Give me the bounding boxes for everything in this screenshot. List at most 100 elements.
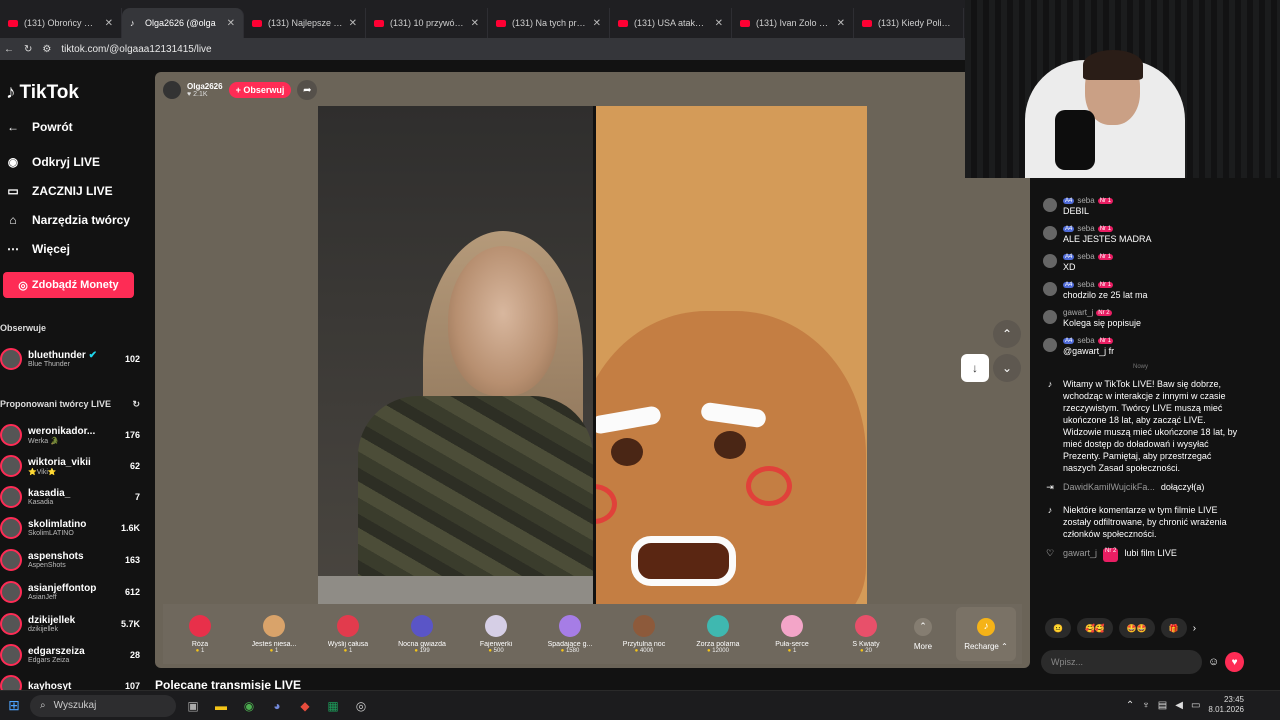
gift-item[interactable]: Wyślij całusa1 — [311, 606, 385, 662]
clock[interactable]: 23:45 8.01.2026 — [1208, 695, 1244, 715]
close-tab-icon[interactable]: ✕ — [349, 18, 357, 29]
suggested-creator[interactable]: kasadia_ Kasadia 7 — [0, 482, 140, 512]
task-view-icon[interactable]: ▣ — [182, 695, 204, 717]
avatar — [1043, 310, 1057, 324]
tiktok-logo[interactable]: ♪ TikTok — [6, 82, 79, 104]
gift-item[interactable]: Fajerwerki500 — [459, 606, 533, 662]
avatar — [1043, 198, 1057, 212]
get-coins-button[interactable]: ◎ Zdobądź Monety — [3, 272, 134, 298]
avatar — [1043, 226, 1057, 240]
more-gifts-button[interactable]: ⌃ More — [903, 617, 943, 651]
chrome-icon[interactable]: ◉ — [238, 695, 260, 717]
browser-tab[interactable]: (131) Obrońcy Wene✕ — [0, 8, 122, 38]
join-notice: ⇥ DawidKamilWujcikFa... dołączył(a) — [1043, 482, 1238, 496]
rose-icon — [189, 614, 211, 637]
browser-tab[interactable]: (131) Kiedy Policjanc — [854, 8, 964, 38]
nav-more[interactable]: ⋯ Więcej — [6, 242, 70, 256]
coin-icon: ◎ — [18, 279, 28, 292]
chat-messages[interactable]: A4 seba Nr 1 DEBIL A4 seba Nr 1 ALE JESTES MAD… — [1043, 196, 1238, 570]
network-icon[interactable]: ▤ — [1158, 700, 1167, 711]
chevron-right-icon[interactable]: › — [1193, 623, 1196, 634]
gift-item[interactable]: Spadające g...1580 — [533, 606, 607, 662]
gift-item[interactable]: Zorza polarna12000 — [681, 606, 755, 662]
reload-icon[interactable]: ↻ — [24, 44, 32, 55]
close-tab-icon[interactable]: ✕ — [227, 18, 235, 29]
webcam-overlay — [965, 0, 1280, 178]
gift-item[interactable]: Jesteś niesa...1 — [237, 606, 311, 662]
avatar — [0, 486, 22, 508]
excel-icon[interactable]: ▦ — [322, 695, 344, 717]
suggested-creator[interactable]: skolimlatino SkolimLATINO 1.6K — [0, 513, 140, 543]
address-bar: ← ↻ ⚙ tiktok.com/@olgaaa12131415/live — [0, 38, 965, 60]
stream-video-host[interactable] — [318, 106, 593, 604]
host-avatar[interactable] — [163, 81, 181, 99]
back-arrow-icon: ← — [7, 120, 19, 134]
url-field[interactable]: tiktok.com/@olgaaa12131415/live — [61, 44, 211, 55]
reaction-button[interactable]: 😐 — [1045, 618, 1071, 638]
suggested-creator[interactable]: wiktoria_vikii ⭐Viki⭐ 62 — [0, 451, 140, 481]
gift-item[interactable]: Przytulna noc4000 — [607, 606, 681, 662]
discord-icon[interactable]: ◕ — [266, 695, 288, 717]
chat-message: A4 seba Nr 1 ALE JESTES MADRA — [1043, 224, 1238, 244]
heart-icon — [781, 614, 803, 637]
site-settings-icon[interactable]: ⚙ — [42, 44, 51, 55]
scroll-up-icon[interactable]: ⌃ — [993, 320, 1021, 348]
windows-start-icon[interactable]: ⊞ — [2, 694, 26, 718]
suggested-creator[interactable]: kayhosyt 107 — [0, 671, 140, 690]
face — [448, 246, 558, 396]
suggested-creator[interactable]: aspenshots AspenShots 163 — [0, 545, 140, 575]
suggested-creator[interactable]: weronikador... Werka 🐊 176 — [0, 420, 140, 450]
browser-tab[interactable]: (131) Najlepsze Tekst✕ — [244, 8, 366, 38]
app-icon[interactable]: ◆ — [294, 695, 316, 717]
close-tab-icon[interactable]: ✕ — [715, 18, 723, 29]
reaction-button[interactable]: 🎁 — [1160, 618, 1187, 638]
youtube-icon — [252, 19, 262, 27]
download-icon[interactable]: ↓ — [961, 354, 989, 382]
nav-discover-live[interactable]: ◉ Odkryj LIVE — [6, 155, 100, 169]
suggested-creator[interactable]: edgarszeiza Edgars Zeiza 28 — [0, 640, 140, 670]
emoji-icon[interactable]: ☺ — [1208, 656, 1219, 668]
suggested-creator[interactable]: asianjeffontop AsianJeff 612 — [0, 577, 140, 607]
volume-icon[interactable]: ◀ — [1175, 700, 1183, 711]
follow-button[interactable]: + Obserwuj — [228, 82, 292, 98]
gift-item[interactable]: Róża1 — [163, 606, 237, 662]
browser-tab[interactable]: (131) 10 przywódców✕ — [366, 8, 488, 38]
close-tab-icon[interactable]: ✕ — [837, 18, 845, 29]
browser-tab[interactable]: (131) USA atakuje We✕ — [610, 8, 732, 38]
reaction-button[interactable]: 🥰🥰 — [1076, 618, 1113, 638]
browser-tab-active[interactable]: ♪ Olga2626 (@olga ✕ — [122, 8, 244, 38]
reaction-button[interactable]: 🤩🤩 — [1118, 618, 1155, 638]
quick-reactions: 😐 🥰🥰 🤩🤩 🎁 › — [1045, 618, 1240, 638]
youtube-icon — [374, 19, 384, 27]
scroll-down-icon[interactable]: ⌄ — [993, 354, 1021, 382]
refresh-icon[interactable]: ↻ — [132, 399, 140, 410]
gift-item[interactable]: S Kwiaty20 — [829, 606, 903, 662]
nav-start-live[interactable]: ▭ ZACZNIJ LIVE — [6, 184, 112, 198]
browser-tab[interactable]: (131) Ivan Zolo Był le✕ — [732, 8, 854, 38]
obs-icon[interactable]: ◎ — [350, 695, 372, 717]
nav-creator-tools[interactable]: ⌂ Narzędzia twórcy — [6, 213, 130, 227]
cat-icon — [263, 614, 285, 637]
streamer-hair — [1083, 50, 1143, 80]
close-tab-icon[interactable]: ✕ — [593, 18, 601, 29]
microphone-icon[interactable]: ♆ — [1142, 700, 1150, 711]
gift-item[interactable]: Puła-serce1 — [755, 606, 829, 662]
suggested-creator[interactable]: dzikijellek dzikijellek 5.7K — [0, 609, 140, 639]
following-item[interactable]: bluethunder ✔ Blue Thunder 102 — [0, 344, 140, 374]
recharge-button[interactable]: ♪ Recharge ⌃ — [956, 607, 1016, 661]
share-icon[interactable]: ➦ — [297, 80, 318, 100]
nav-back[interactable]: ← Powrót — [6, 120, 73, 134]
close-tab-icon[interactable]: ✕ — [105, 18, 113, 29]
file-explorer-icon[interactable]: ▬ — [210, 695, 232, 717]
stream-video-guest[interactable] — [596, 106, 867, 604]
battery-icon[interactable]: ▭ — [1191, 700, 1200, 711]
like-heart-button[interactable]: ♥ — [1225, 652, 1244, 672]
chat-message: A4 seba Nr 1 @gawart_j fr — [1043, 336, 1238, 356]
chevron-up-icon[interactable]: ⌃ — [1126, 700, 1134, 711]
browser-tab[interactable]: (131) Na tych przedm✕ — [488, 8, 610, 38]
back-arrow-icon[interactable]: ← — [4, 44, 14, 55]
taskbar-search[interactable]: ⌕ Wyszukaj — [30, 694, 176, 717]
chat-input[interactable] — [1041, 650, 1202, 674]
close-tab-icon[interactable]: ✕ — [471, 18, 479, 29]
gift-item[interactable]: Nocna gwiazda199 — [385, 606, 459, 662]
